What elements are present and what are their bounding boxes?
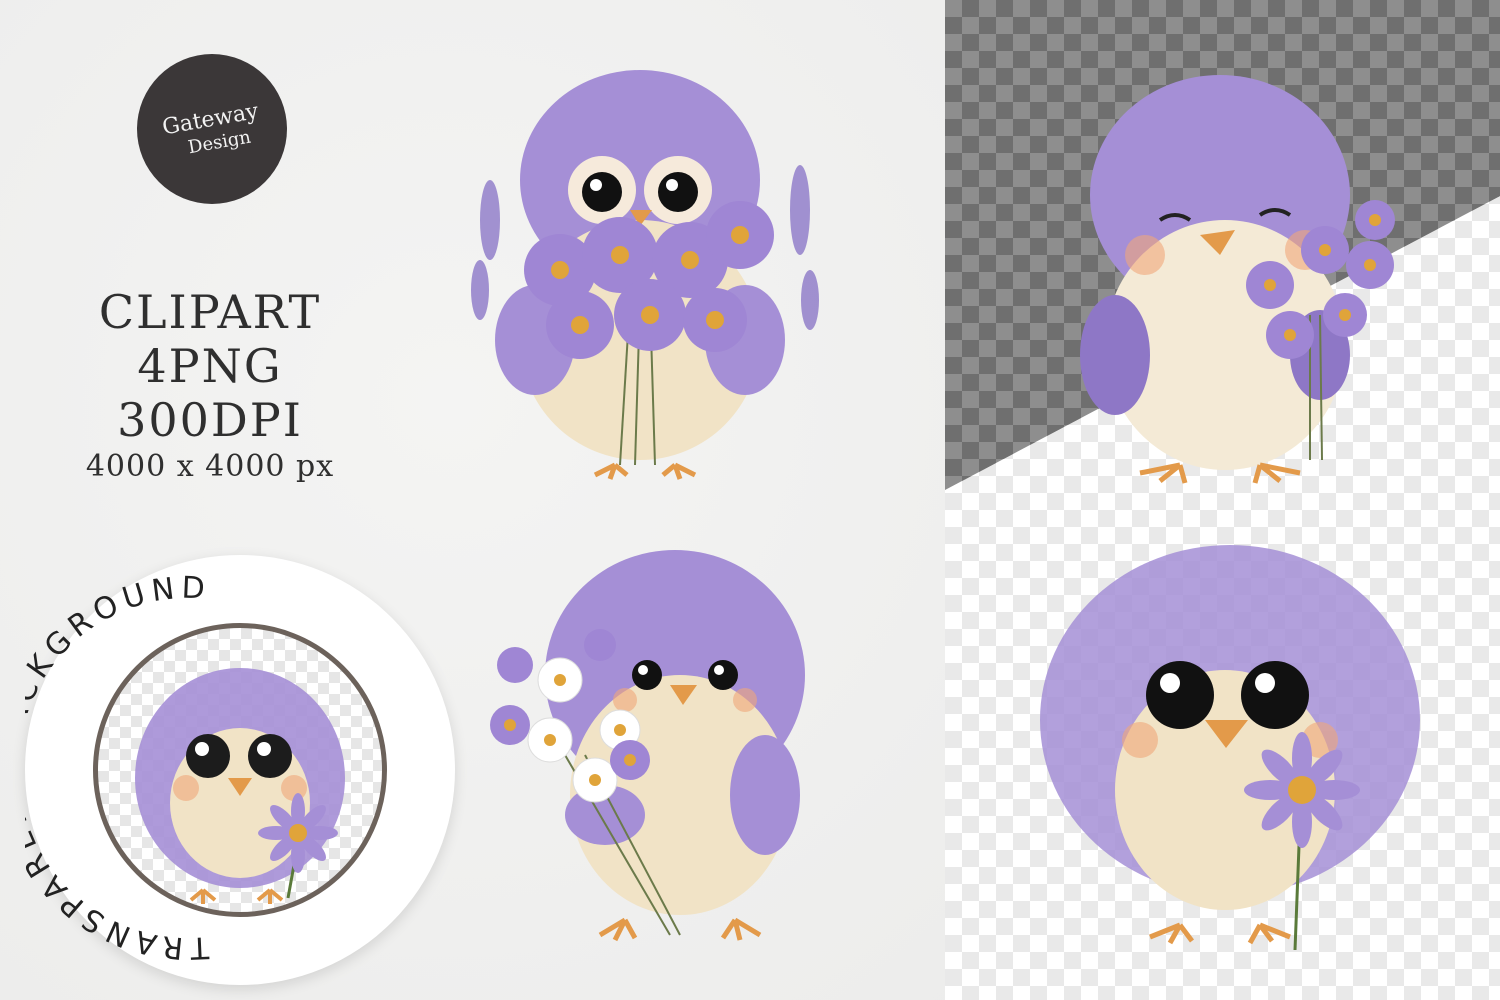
brand-logo: Gateway Design [137,54,287,204]
bird-illustration-sleepy-top-right [1080,75,1395,484]
brand-logo-text-svg: Gateway Design [160,99,260,158]
spec-clipart: CLIPART [98,285,322,339]
bird-illustration-bouquet-top [471,70,819,480]
badge-checker-circle [93,623,387,917]
spec-file-count: 4PNG [137,339,283,393]
spec-dimensions: 4000 x 4000 px [85,449,335,484]
product-specs: CLIPART 4PNG 300DPI 4000 x 4000 px [40,285,380,487]
spec-resolution: 300DPI [117,393,303,447]
badge-bird-illustration [135,668,345,904]
product-preview-canvas: Gateway Design CLIPART 4PNG 300DPI 4000 … [0,0,1500,1000]
bird-illustration-daisies-bottom [490,550,805,942]
bird-illustration-single-daisy-bottom-right [1040,545,1420,951]
transparent-background-badge: TRANSPARENT BACKGROUND [25,555,455,985]
